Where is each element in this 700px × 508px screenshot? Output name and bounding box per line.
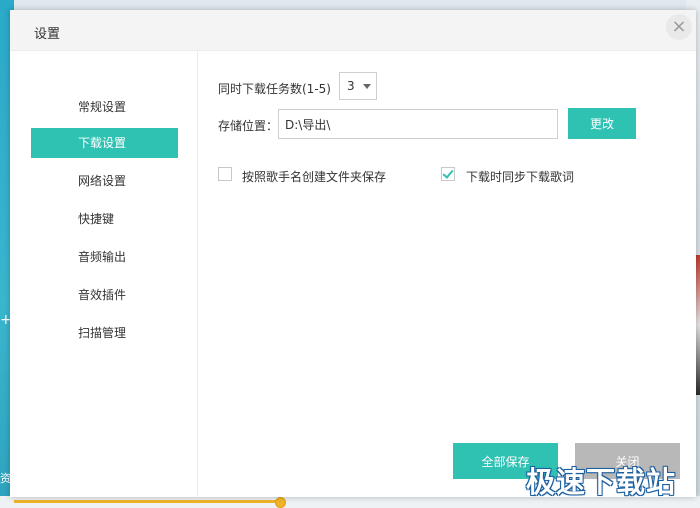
check-icon [442,167,454,179]
storage-path-input[interactable] [278,109,558,139]
sidebar-item-scan-management[interactable]: 扫描管理 [31,318,178,348]
folder-by-artist-checkbox[interactable] [218,167,232,181]
storage-location-label: 存储位置： [218,119,279,133]
playback-progress-knob[interactable] [275,497,286,508]
settings-sidebar: 常规设置 下载设置 网络设置 快捷键 音频输出 音效插件 扫描管理 [10,51,198,497]
settings-dialog: 设置 × 常规设置 下载设置 网络设置 快捷键 音频输出 音效插件 扫描管理 同… [10,10,696,497]
concurrent-downloads-value: 3 [347,79,355,93]
sidebar-item-hotkeys[interactable]: 快捷键 [31,204,178,234]
dialog-title: 设置 [34,27,61,42]
concurrent-downloads-select[interactable]: 3 [339,72,377,100]
close-icon[interactable]: × [666,14,692,40]
sidebar-item-audio-output[interactable]: 音频输出 [31,242,178,272]
sidebar-item-download[interactable]: 下载设置 [31,128,178,158]
sidebar-item-network[interactable]: 网络设置 [31,166,178,196]
change-path-button[interactable]: 更改 [568,108,636,139]
dialog-titlebar: 设置 × [10,10,696,51]
playback-progress-bar[interactable] [14,500,280,503]
download-lyrics-label: 下载时同步下载歌词 [466,170,575,184]
download-settings-panel: 同时下载任务数(1-5) 3 存储位置： 更改 按照歌手名创建文件夹保存 下载时… [198,51,696,497]
folder-by-artist-label: 按照歌手名创建文件夹保存 [242,170,387,184]
watermark-logo: 极速下载站 [526,465,677,499]
sidebar-item-audio-plugins[interactable]: 音效插件 [31,280,178,310]
sidebar-item-general[interactable]: 常规设置 [31,92,178,122]
chevron-down-icon [363,84,371,89]
concurrent-downloads-label: 同时下载任务数(1-5) [218,82,331,96]
download-lyrics-checkbox[interactable] [441,167,455,181]
